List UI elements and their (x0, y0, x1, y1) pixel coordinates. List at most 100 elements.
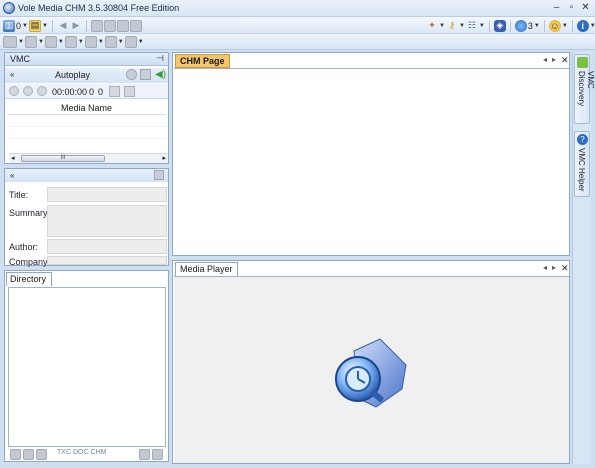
tab-next-icon[interactable]: ▸ (552, 263, 556, 272)
list-icon[interactable] (124, 86, 135, 97)
smiley-icon[interactable]: ☺ (548, 19, 561, 32)
toolbar-separator (509, 19, 511, 32)
vmc-panel-header: VMC ⊣ (5, 53, 168, 66)
chevron-down-icon[interactable]: ▼ (562, 23, 568, 29)
info-icon[interactable]: i (576, 19, 589, 32)
pin-icon[interactable]: ⊣ (156, 53, 164, 64)
compile-icon[interactable] (84, 35, 97, 48)
back-arrow-icon[interactable]: ◀ (57, 20, 69, 32)
puzzle-icon (577, 57, 588, 68)
collapse-icon[interactable]: « (10, 171, 14, 180)
settings-icon[interactable] (124, 35, 137, 48)
chevron-down-icon[interactable]: ▼ (459, 23, 465, 29)
scroll-left-icon[interactable]: ◂ (11, 154, 15, 162)
scrollbar-thumb[interactable]: III (21, 155, 105, 162)
play-circle-icon[interactable] (126, 69, 137, 80)
pause-icon[interactable] (23, 86, 33, 96)
vmc-discovery-label: VMC Discovery (577, 71, 595, 107)
author-label: Author: (9, 242, 39, 252)
author-field[interactable] (47, 239, 167, 254)
chevron-down-icon[interactable]: ▼ (479, 23, 485, 29)
tab-media-player[interactable]: Media Player (175, 262, 238, 276)
title-field[interactable] (47, 187, 167, 202)
volume-icon[interactable]: ◀) (155, 69, 166, 80)
import-icon[interactable] (64, 35, 77, 48)
autoplay-label: Autoplay (55, 70, 91, 80)
chevron-down-icon[interactable]: ▼ (534, 23, 540, 29)
close-button[interactable]: ✕ (580, 2, 591, 14)
doc-button[interactable]: DOC (73, 449, 89, 461)
txc-button[interactable]: TXC (57, 449, 71, 461)
chm-page-view[interactable] (174, 68, 569, 255)
tab-vmc-helper[interactable]: ? VMC Helper (574, 131, 590, 197)
chevron-down-icon[interactable]: ▼ (138, 39, 144, 45)
folder-icon[interactable]: ▤ (28, 19, 41, 32)
maximize-button[interactable]: ▫ (566, 2, 577, 14)
tab-prev-icon[interactable]: ◂ (543, 263, 547, 272)
edit-icon[interactable] (154, 170, 164, 180)
scroll-right-icon[interactable]: ▸ (162, 154, 166, 162)
chm-page-panel: CHM Page ◂ ▸ ✕ (172, 52, 570, 256)
chevron-down-icon[interactable]: ▼ (439, 23, 445, 29)
view-icon[interactable] (3, 35, 17, 48)
directory-tree[interactable] (8, 287, 166, 447)
playlist-icon[interactable] (140, 69, 151, 80)
tab-next-icon[interactable]: ▸ (552, 55, 556, 64)
media-player-view[interactable] (174, 276, 569, 463)
chevron-down-icon[interactable]: ▼ (58, 39, 64, 45)
toolbar-separator (488, 19, 490, 32)
layout-icon[interactable] (24, 35, 37, 48)
tab-vmc-discovery[interactable]: VMC Discovery (574, 54, 595, 124)
add-icon[interactable] (23, 449, 34, 460)
table-row[interactable] (7, 115, 166, 127)
chevron-down-icon[interactable]: ▼ (18, 39, 24, 45)
autoplay-bar: « Autoplay ◀) (5, 68, 168, 83)
chevron-down-icon[interactable]: ▼ (590, 23, 595, 29)
horizontal-scrollbar[interactable]: ◂ III ▸ (9, 153, 168, 163)
repeat-icon[interactable] (109, 86, 120, 97)
key-icon[interactable]: ⚷ (446, 20, 458, 32)
stop-icon[interactable] (37, 86, 47, 96)
summary-label: Summary: (9, 208, 51, 218)
tab-prev-icon[interactable]: ◂ (543, 55, 547, 64)
chevron-down-icon[interactable]: ▼ (42, 23, 48, 29)
chevron-down-icon[interactable]: ▼ (38, 39, 44, 45)
export-icon[interactable] (151, 449, 163, 460)
title-bar: Vole Media CHM 3.5.30804 Free Edition – … (0, 0, 595, 17)
save-icon[interactable] (90, 19, 103, 32)
summary-field[interactable] (47, 205, 167, 237)
forward-arrow-icon[interactable]: ▶ (70, 20, 82, 32)
toolbar-separator (51, 19, 53, 32)
table-row[interactable] (7, 127, 166, 139)
shield-icon[interactable]: ◈ (493, 19, 506, 32)
counter-b: 0 (98, 87, 104, 97)
close-tab-icon[interactable]: ✕ (561, 55, 569, 66)
export-icon[interactable] (116, 19, 129, 32)
quicktime-logo-icon (335, 338, 407, 408)
refresh-icon[interactable] (10, 449, 21, 460)
print-icon[interactable] (129, 19, 142, 32)
options-icon[interactable]: ☷ (466, 20, 478, 32)
build-icon[interactable] (104, 35, 117, 48)
chevron-down-icon[interactable]: ▼ (98, 39, 104, 45)
library-icon[interactable]: ▥ (3, 19, 15, 32)
save-all-icon[interactable] (103, 19, 116, 32)
tab-chm-page[interactable]: CHM Page (175, 54, 230, 68)
play-icon[interactable] (9, 86, 19, 96)
window-icon[interactable] (138, 449, 150, 460)
globe-icon[interactable] (514, 19, 527, 32)
tools-icon[interactable]: ✦ (426, 20, 438, 32)
link-icon[interactable] (36, 449, 47, 460)
tab-directory[interactable]: Directory (6, 272, 52, 286)
column-header-media-name[interactable]: Media Name (7, 101, 166, 115)
minimize-button[interactable]: – (551, 2, 562, 14)
chm-button[interactable]: CHM (91, 449, 107, 461)
close-tab-icon[interactable]: ✕ (561, 263, 569, 274)
chevron-down-icon[interactable]: ▼ (118, 39, 124, 45)
app-logo-icon (3, 2, 15, 14)
chevron-down-icon[interactable]: ▼ (22, 23, 28, 29)
page-icon[interactable] (44, 35, 57, 48)
chevron-down-icon[interactable]: ▼ (78, 39, 84, 45)
company-field[interactable] (47, 256, 167, 265)
collapse-icon[interactable]: « (10, 70, 14, 79)
